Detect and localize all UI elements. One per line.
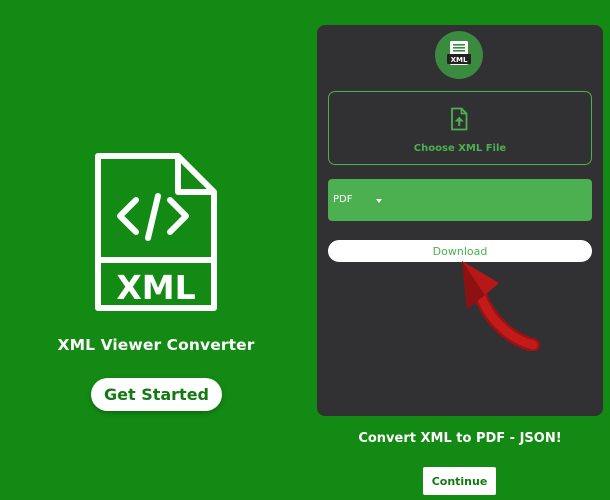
format-select-value: PDF: [333, 194, 353, 205]
xml-file-code-icon: XML: [95, 153, 217, 311]
app-logo: XML: [435, 31, 483, 79]
file-upload-icon: [451, 107, 468, 131]
choose-file-button[interactable]: Choose XML File: [328, 91, 592, 165]
curved-arrow-icon: [462, 261, 540, 351]
logo-badge-text: XML: [451, 56, 468, 64]
tagline: Convert XML to PDF - JSON!: [358, 431, 562, 446]
format-select[interactable]: PDF: [328, 179, 592, 221]
continue-button[interactable]: Continue: [423, 467, 496, 495]
xml-badge-text: XML: [116, 268, 195, 307]
get-started-button[interactable]: Get Started: [91, 378, 222, 411]
xml-document-icon: XML: [447, 41, 471, 65]
app-name: XML Viewer Converter: [57, 336, 255, 354]
caret-down-icon: [376, 199, 382, 203]
app-panel: XML Choose XML File PDF Download: [317, 25, 603, 416]
choose-file-label: Choose XML File: [413, 143, 507, 154]
